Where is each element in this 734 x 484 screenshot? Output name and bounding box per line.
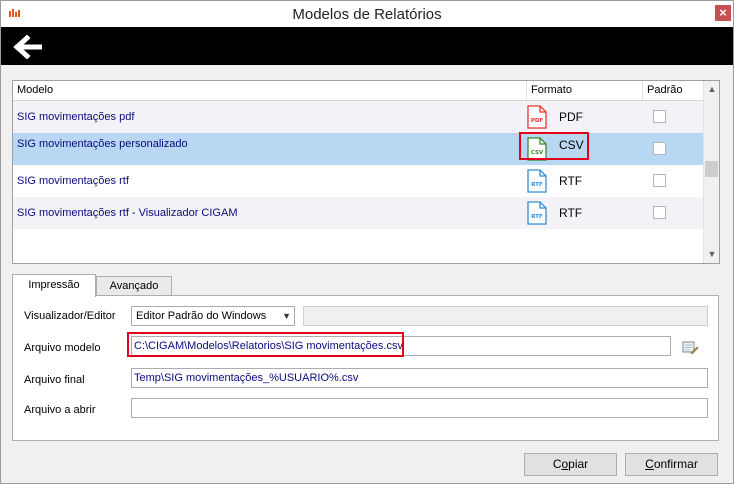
grid-header: Modelo Formato Padrão — [13, 81, 703, 101]
row-format: PDF — [559, 110, 583, 124]
open-file-label: Arquivo a abrir — [24, 404, 96, 416]
svg-text:PDF: PDF — [531, 118, 544, 124]
back-arrow-icon[interactable] — [12, 35, 42, 59]
open-file-input[interactable] — [131, 398, 708, 418]
scroll-thumb[interactable] — [705, 161, 718, 177]
rtf-file-icon: RTF — [527, 169, 547, 193]
svg-text:RTF: RTF — [531, 182, 543, 188]
confirm-button[interactable]: Confirmar — [625, 453, 718, 476]
default-checkbox[interactable] — [653, 174, 666, 187]
row-format: RTF — [559, 174, 583, 188]
viewer-select-value: Editor Padrão do Windows — [136, 310, 267, 322]
default-checkbox[interactable] — [653, 206, 666, 219]
model-file-label: Arquivo modelo — [24, 342, 101, 354]
viewer-params-field — [303, 306, 708, 326]
column-header-default[interactable]: Padrão — [643, 81, 703, 100]
column-header-format[interactable]: Formato — [527, 81, 643, 100]
title-bar: Modelos de Relatórios × — [1, 1, 733, 27]
chevron-down-icon: ▼ — [282, 311, 291, 321]
default-checkbox[interactable] — [653, 142, 666, 155]
tab-panel-impressao: Visualizador/Editor Editor Padrão do Win… — [12, 295, 719, 441]
viewer-label: Visualizador/Editor — [24, 310, 116, 322]
pdf-file-icon: PDF — [527, 105, 547, 129]
row-model-name: SIG movimentações pdf — [17, 111, 135, 123]
browse-file-icon[interactable] — [681, 339, 699, 355]
toolbar — [1, 27, 733, 65]
tab-impressao[interactable]: Impressão — [12, 274, 96, 297]
final-file-input[interactable]: Temp\SIG movimentações_%USUARIO%.csv — [131, 368, 708, 388]
vertical-scrollbar[interactable]: ▲ ▼ — [703, 81, 719, 263]
default-checkbox[interactable] — [653, 110, 666, 123]
window-title: Modelos de Relatórios — [292, 6, 442, 23]
highlight-box-model-file — [127, 332, 404, 357]
tab-avancado[interactable]: Avançado — [96, 276, 172, 296]
row-format: RTF — [559, 206, 583, 220]
report-models-window: Modelos de Relatórios × Modelo Formato P… — [0, 0, 734, 484]
svg-text:RTF: RTF — [531, 214, 543, 220]
table-row-selected[interactable]: SIG movimentações personalizado CSV CSV — [13, 132, 703, 165]
row-model-name: SIG movimentações rtf - Visualizador CIG… — [17, 207, 238, 219]
final-file-label: Arquivo final — [24, 374, 85, 386]
models-grid: Modelo Formato Padrão SIG movimentações … — [12, 80, 720, 264]
highlight-box-format — [519, 132, 589, 160]
close-button[interactable]: × — [715, 5, 731, 21]
table-row[interactable]: SIG movimentações pdf PDF PDF — [13, 101, 703, 133]
table-row[interactable]: SIG movimentações rtf - Visualizador CIG… — [13, 197, 703, 229]
viewer-select[interactable]: Editor Padrão do Windows ▼ — [131, 306, 295, 326]
copy-button[interactable]: Copiar — [524, 453, 617, 476]
scroll-down-arrow-icon[interactable]: ▼ — [704, 246, 719, 263]
column-header-model[interactable]: Modelo — [13, 81, 527, 100]
row-model-name: SIG movimentações personalizado — [17, 138, 188, 150]
scroll-up-arrow-icon[interactable]: ▲ — [704, 81, 719, 98]
table-row[interactable]: SIG movimentações rtf RTF RTF — [13, 165, 703, 197]
rtf-file-icon: RTF — [527, 201, 547, 225]
row-model-name: SIG movimentações rtf — [17, 175, 129, 187]
